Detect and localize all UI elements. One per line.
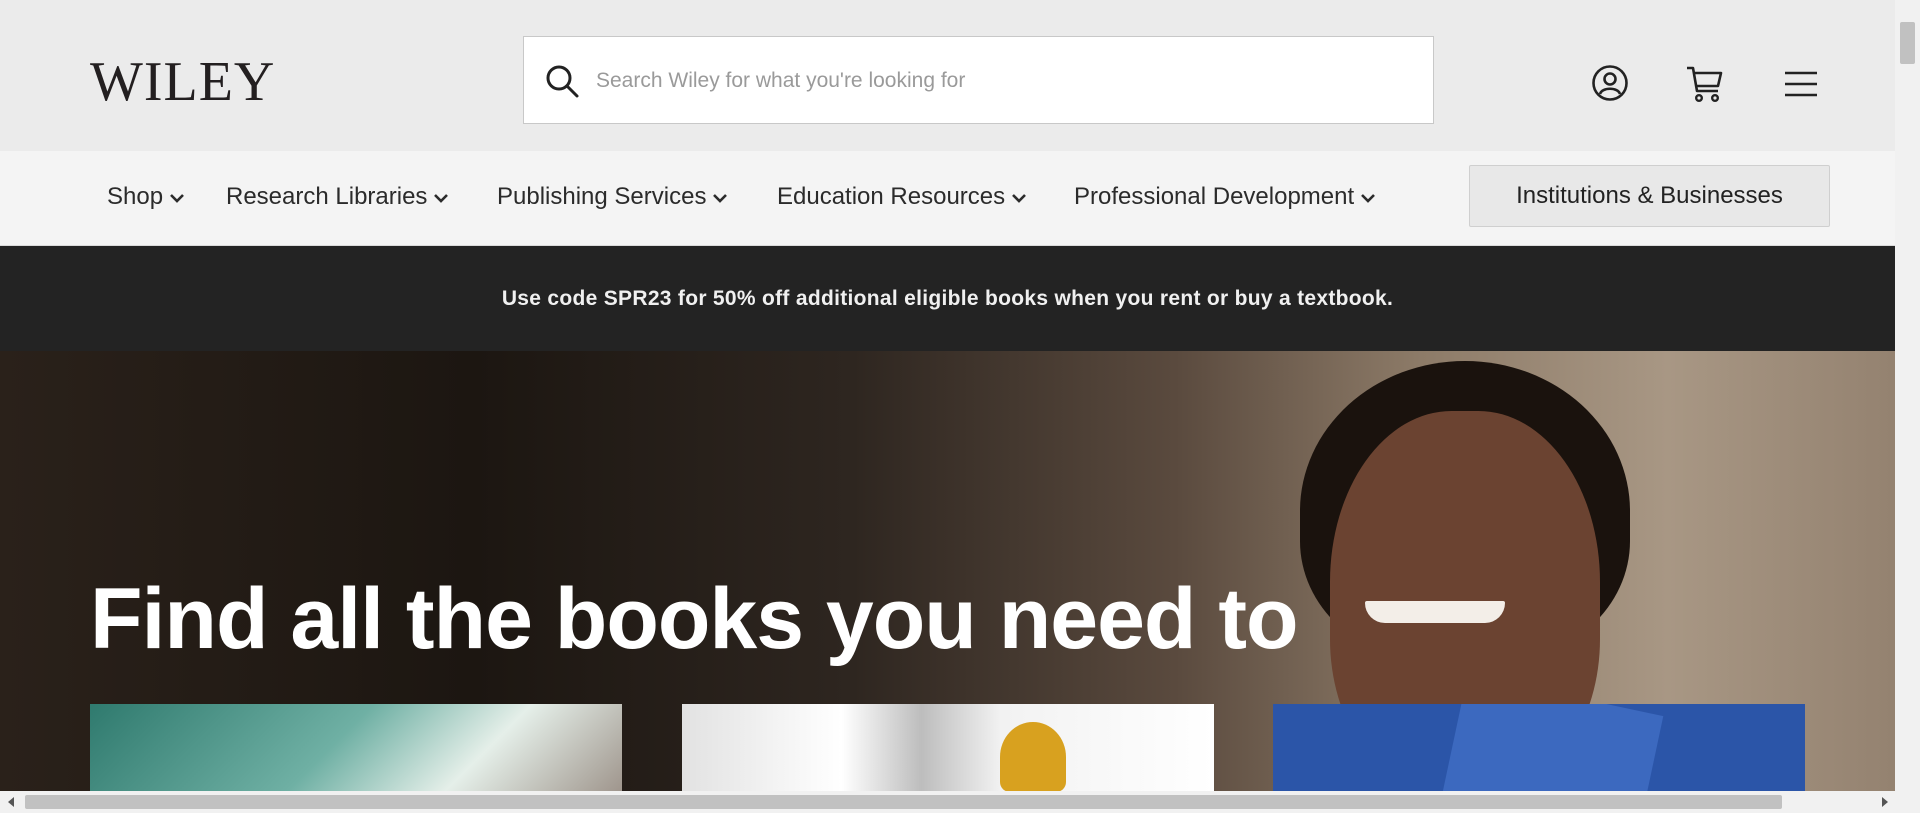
account-icon[interactable] — [1591, 64, 1629, 102]
nav-item-label: Professional Development — [1074, 183, 1355, 210]
chevron-down-icon — [1012, 193, 1027, 203]
wiley-logo[interactable]: WILEY — [90, 52, 275, 112]
chevron-down-icon — [1361, 193, 1376, 203]
nav-item-research-libraries[interactable]: Research Libraries — [226, 179, 449, 215]
chevron-down-icon — [713, 193, 728, 203]
search-icon — [546, 65, 579, 98]
scrollbar-thumb[interactable] — [25, 795, 1782, 809]
nav-item-shop[interactable]: Shop — [107, 179, 185, 215]
institutions-businesses-button[interactable]: Institutions & Businesses — [1469, 165, 1830, 227]
nav-item-education-resources[interactable]: Education Resources — [777, 179, 1027, 215]
feature-card-image[interactable] — [682, 704, 1214, 791]
feature-card-image[interactable] — [90, 704, 622, 791]
nav-item-label: Publishing Services — [497, 183, 707, 210]
chevron-down-icon — [170, 193, 184, 203]
chevron-down-icon — [434, 193, 449, 203]
menu-icon[interactable] — [1785, 71, 1817, 97]
search-input[interactable] — [594, 59, 1398, 103]
promo-banner: Use code SPR23 for 50% off additional el… — [0, 246, 1895, 351]
nav-item-label: Education Resources — [777, 183, 1006, 210]
feature-card-image[interactable] — [1273, 704, 1805, 791]
horizontal-scrollbar[interactable] — [0, 791, 1920, 813]
scroll-right-arrow-icon[interactable] — [1880, 796, 1890, 808]
site-header: WILEY — [0, 0, 1895, 152]
nav-item-label: Research Libraries — [226, 183, 428, 210]
hero-headline: Find all the books you need to — [90, 571, 1299, 667]
cart-icon[interactable] — [1685, 64, 1725, 104]
vertical-scrollbar[interactable] — [1895, 0, 1920, 791]
hero-banner: Find all the books you need to — [0, 351, 1895, 791]
nav-item-label: Shop — [107, 183, 164, 210]
nav-item-publishing-services[interactable]: Publishing Services — [497, 179, 728, 215]
nav-item-professional-development[interactable]: Professional Development — [1074, 179, 1376, 215]
search-box[interactable] — [523, 36, 1434, 124]
scroll-left-arrow-icon[interactable] — [6, 796, 16, 808]
scrollbar-thumb[interactable] — [1900, 22, 1915, 64]
